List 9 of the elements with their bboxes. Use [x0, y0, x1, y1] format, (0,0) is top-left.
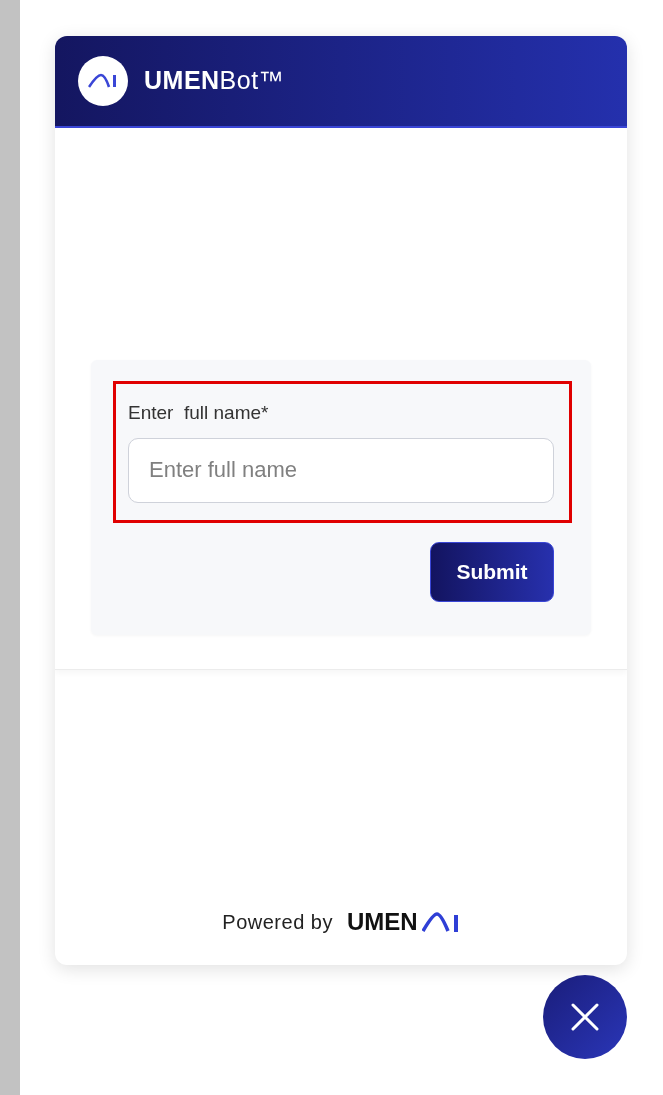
field-label: Enter full name* [128, 401, 270, 425]
brand-mark-icon [421, 911, 460, 933]
close-icon [570, 1002, 600, 1032]
chat-title: UMENBot™ [144, 65, 285, 97]
powered-by-text: Powered by [222, 910, 333, 935]
brand-logo-text: UMEN [346, 907, 418, 937]
submit-button[interactable]: Submit [430, 541, 554, 602]
logo-icon [78, 56, 128, 106]
name-field[interactable]: Enter full name [128, 437, 554, 503]
